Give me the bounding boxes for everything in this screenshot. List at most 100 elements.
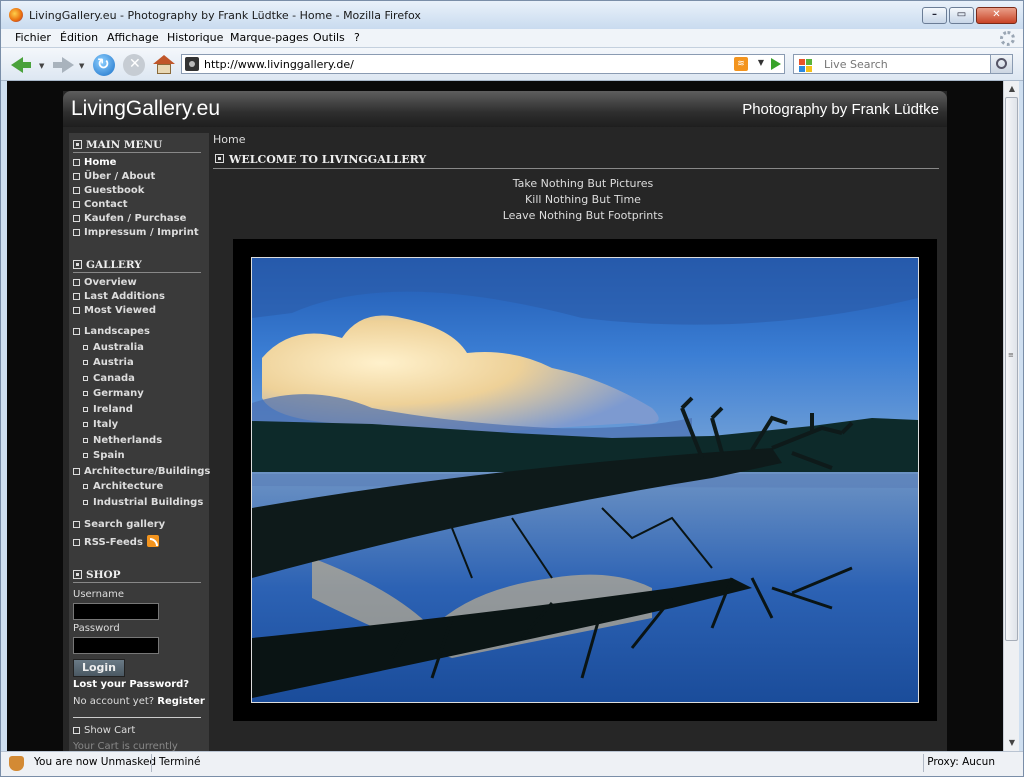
welcome-heading: WELCOME TO LIVINGGALLERY [213, 151, 939, 169]
no-account-text: No account yet? Register [73, 696, 205, 707]
quote-line: Take Nothing But Pictures [512, 177, 654, 190]
rss-feeds-link[interactable]: RSS-Feeds [73, 535, 159, 549]
gallery-landscapes[interactable]: Landscapes [73, 326, 150, 340]
menu-item-about[interactable]: Über / About [73, 171, 155, 185]
sub-bullet-icon [83, 453, 88, 458]
menu-outils[interactable]: Outils [313, 31, 345, 44]
landscape-germany[interactable]: Germany [83, 388, 144, 402]
vertical-scrollbar[interactable]: ▲ ≡ ▼ [1003, 81, 1019, 751]
url-bar[interactable]: http://www.livinggallery.de/ ≋ ▼ [181, 54, 785, 74]
heading-box-icon [73, 140, 82, 149]
lost-password-link[interactable]: Lost your Password? [73, 679, 189, 690]
maximize-button[interactable]: ▭ [949, 7, 974, 24]
featured-photo-frame [233, 239, 937, 721]
architecture-industrial[interactable]: Industrial Buildings [83, 497, 203, 511]
landscape-netherlands[interactable]: Netherlands [83, 435, 162, 449]
fox-icon[interactable] [9, 756, 24, 771]
gallery-overview[interactable]: Overview [73, 277, 137, 291]
menu-item-home[interactable]: Home [73, 157, 116, 171]
bullet-icon [73, 229, 80, 236]
search-input[interactable] [824, 57, 984, 71]
landscape-austria[interactable]: Austria [83, 357, 134, 371]
menu-item-imprint[interactable]: Impressum / Imprint [73, 227, 199, 241]
featured-photo[interactable] [251, 257, 919, 703]
menu-marque-pages[interactable]: Marque-pages [230, 31, 308, 44]
search-button[interactable] [990, 55, 1012, 73]
site-logo[interactable]: LivingGallery.eu [71, 97, 220, 121]
heading-box-icon [73, 570, 82, 579]
landscape-spain[interactable]: Spain [83, 450, 125, 464]
site-tagline: Photography by Frank Lüdtke [742, 101, 939, 118]
gallery-last-additions[interactable]: Last Additions [73, 291, 165, 305]
sub-bullet-icon [83, 391, 88, 396]
lake-tree-photo [252, 258, 918, 702]
home-button[interactable] [153, 54, 175, 76]
minimize-button[interactable]: – [922, 7, 947, 24]
landscape-canada[interactable]: Canada [83, 373, 135, 387]
menu-fichier[interactable]: Fichier [15, 31, 51, 44]
scroll-down-icon[interactable]: ▼ [1004, 735, 1020, 751]
menu-help[interactable]: ? [354, 31, 360, 44]
stop-button[interactable]: ✕ [123, 54, 145, 76]
sub-bullet-icon [83, 360, 88, 365]
menu-item-purchase[interactable]: Kaufen / Purchase [73, 213, 186, 227]
scroll-up-icon[interactable]: ▲ [1004, 81, 1020, 97]
reload-icon: ↻ [97, 55, 110, 73]
landscape-italy[interactable]: Italy [83, 419, 118, 433]
page-viewport: LivingGallery.eu Photography by Frank Lü… [7, 81, 1003, 751]
search-engine-icon[interactable] [796, 57, 820, 72]
quote-line: Kill Nothing But Time [525, 193, 641, 206]
menu-edition[interactable]: Édition [60, 31, 98, 44]
rss-feed-icon[interactable]: ≋ [734, 57, 748, 71]
url-dropdown-icon[interactable]: ▼ [754, 58, 768, 70]
close-icon: ✕ [992, 9, 1001, 20]
password-field[interactable] [73, 637, 159, 654]
forward-history-dropdown[interactable]: ▼ [79, 62, 84, 70]
forward-button[interactable] [53, 54, 75, 76]
back-history-dropdown[interactable]: ▼ [39, 62, 44, 70]
go-button[interactable] [767, 56, 785, 72]
bullet-icon [73, 187, 80, 194]
gallery-most-viewed[interactable]: Most Viewed [73, 305, 156, 319]
reload-button[interactable]: ↻ [93, 54, 115, 76]
main-menu-heading: MAIN MENU [73, 137, 201, 153]
username-field[interactable] [73, 603, 159, 620]
site-favicon-icon [185, 57, 199, 71]
menu-item-contact[interactable]: Contact [73, 199, 128, 213]
firefox-icon [9, 8, 23, 22]
sub-bullet-icon [83, 345, 88, 350]
rss-icon[interactable] [146, 535, 159, 547]
bullet-icon [73, 201, 80, 208]
status-bar: You are now Unmasked Terminé Proxy: Aucu… [1, 751, 1023, 776]
url-text[interactable]: http://www.livinggallery.de/ [204, 58, 354, 71]
landscape-ireland[interactable]: Ireland [83, 404, 133, 418]
menu-item-guestbook[interactable]: Guestbook [73, 185, 144, 199]
scrollbar-thumb[interactable] [1005, 97, 1018, 641]
stop-icon: ✕ [129, 56, 141, 72]
show-cart-link[interactable]: Show Cart [73, 725, 135, 739]
sub-bullet-icon [83, 422, 88, 427]
close-button[interactable]: ✕ [976, 7, 1017, 24]
register-link[interactable]: Register [157, 696, 205, 707]
throbber-icon [1000, 31, 1015, 46]
sub-bullet-icon [83, 438, 88, 443]
cart-status-text: Your Cart is currently [73, 741, 178, 751]
back-button[interactable] [11, 54, 33, 76]
architecture-architecture[interactable]: Architecture [83, 481, 163, 495]
site-header: LivingGallery.eu Photography by Frank Lü… [63, 91, 947, 127]
heading-box-icon [73, 260, 82, 269]
search-gallery-link[interactable]: Search gallery [73, 519, 165, 533]
gallery-architecture-buildings[interactable]: Architecture/Buildings [73, 466, 210, 480]
login-button[interactable]: Login [73, 659, 125, 677]
status-divider [923, 754, 924, 772]
status-unmasked: You are now Unmasked [34, 756, 157, 768]
menu-historique[interactable]: Historique [167, 31, 223, 44]
password-label: Password [73, 623, 120, 634]
window-controls: – ▭ ✕ [922, 7, 1017, 24]
title-bar: LivingGallery.eu - Photography by Frank … [1, 1, 1023, 29]
minimize-icon: – [932, 9, 937, 20]
landscape-australia[interactable]: Australia [83, 342, 144, 356]
breadcrumb[interactable]: Home [213, 133, 245, 146]
menu-affichage[interactable]: Affichage [107, 31, 159, 44]
window-title: LivingGallery.eu - Photography by Frank … [29, 9, 421, 22]
